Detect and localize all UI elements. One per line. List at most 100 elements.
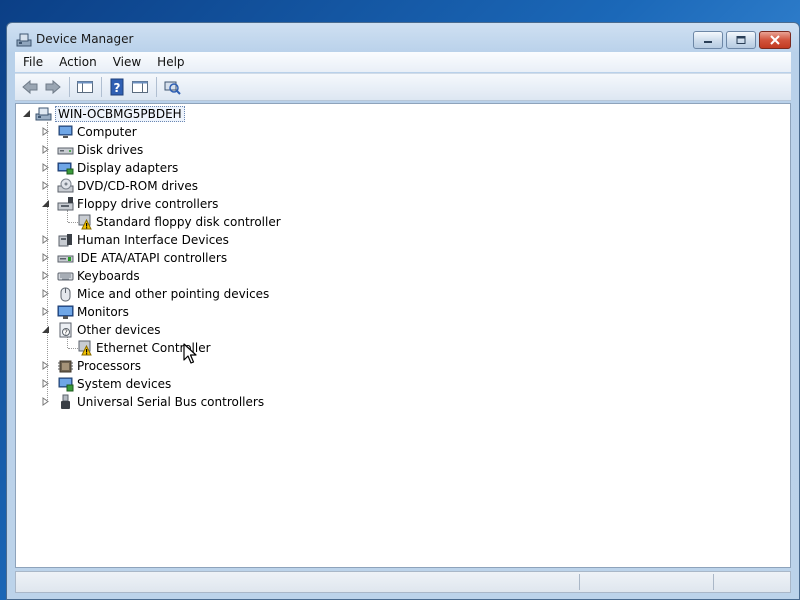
close-button[interactable]	[759, 31, 791, 49]
tree-category-other-devices[interactable]: ? Other devices	[42, 321, 161, 338]
menu-action[interactable]: Action	[51, 52, 105, 72]
collapsed-arrow-icon[interactable]	[41, 235, 50, 244]
usb-icon	[61, 394, 70, 409]
scan-hardware-changes-button[interactable]	[161, 76, 183, 98]
collapsed-arrow-icon[interactable]	[41, 361, 50, 370]
tree-category-system-devices[interactable]: System devices	[42, 375, 172, 392]
show-hide-console-tree-button[interactable]	[74, 76, 96, 98]
toolbar-separator	[156, 77, 157, 97]
collapsed-arrow-icon[interactable]	[41, 397, 50, 406]
svg-text:?: ?	[64, 328, 68, 336]
collapsed-arrow-icon[interactable]	[41, 307, 50, 316]
collapsed-arrow-icon[interactable]	[41, 379, 50, 388]
system-devices-icon	[58, 377, 74, 391]
collapsed-arrow-icon[interactable]	[41, 163, 50, 172]
disk-drive-icon	[57, 147, 74, 154]
collapsed-arrow-icon[interactable]	[41, 127, 50, 136]
dvd-drive-icon	[57, 178, 74, 192]
floppy-controller-icon	[57, 196, 74, 210]
processor-icon	[58, 360, 73, 372]
collapsed-arrow-icon[interactable]	[41, 289, 50, 298]
tree-category-keyboards[interactable]: Keyboards	[42, 267, 140, 284]
device-manager-icon	[16, 32, 32, 47]
other-devices-icon: ?	[59, 322, 72, 337]
tree-item-label: Keyboards	[77, 268, 140, 283]
properties-pane-icon	[132, 81, 148, 93]
toolbar-separator	[101, 77, 102, 97]
tree-item-label: Universal Serial Bus controllers	[77, 394, 265, 409]
minimize-icon	[704, 41, 712, 43]
maximize-button[interactable]	[726, 31, 756, 49]
tree-item-label: Mice and other pointing devices	[77, 286, 270, 301]
tree-item-label: Computer	[77, 124, 137, 139]
help-icon: ?	[110, 78, 124, 96]
status-divider	[579, 574, 580, 590]
tree-category-mice-and-other-pointing-devices[interactable]: Mice and other pointing devices	[42, 285, 270, 302]
back-arrow-icon	[22, 79, 38, 95]
show-hide-console-tree-icon	[77, 81, 93, 93]
tree-item-label: Floppy drive controllers	[77, 196, 219, 211]
warning-device-icon	[78, 214, 92, 229]
tree-category-human-interface-devices[interactable]: Human Interface Devices	[42, 231, 229, 248]
ide-controller-icon	[57, 255, 74, 262]
menu-file[interactable]: File	[15, 52, 51, 72]
tree-item-label: Disk drives	[77, 142, 144, 157]
tree-category-floppy-drive-controllers[interactable]: Floppy drive controllers	[42, 195, 219, 212]
tree-item-label: Monitors	[77, 304, 129, 319]
toolbar: ?	[15, 73, 791, 101]
svg-text:?: ?	[114, 81, 121, 95]
toolbar-separator	[69, 77, 70, 97]
keyboard-icon	[57, 272, 74, 280]
tree-item-label: DVD/CD-ROM drives	[77, 178, 199, 193]
close-icon	[770, 35, 780, 45]
menu-help[interactable]: Help	[149, 52, 192, 72]
scan-hardware-changes-icon	[164, 81, 181, 95]
maximize-icon	[736, 36, 746, 44]
help-button[interactable]: ?	[106, 76, 128, 98]
display-adapter-icon	[57, 162, 74, 174]
tree-category-computer[interactable]: Computer	[42, 123, 137, 140]
tree-category-processors[interactable]: Processors	[42, 357, 142, 374]
tree-root[interactable]: WIN-OCBMG5PBDEH	[22, 105, 185, 122]
tree-category-universal-serial-bus-controllers[interactable]: Universal Serial Bus controllers	[42, 393, 265, 410]
status-bar	[15, 571, 791, 593]
tree-item-label: System devices	[77, 376, 172, 391]
expanded-arrow-icon[interactable]	[41, 325, 50, 334]
tree-category-monitors[interactable]: Monitors	[42, 303, 129, 320]
monitor-icon	[57, 305, 74, 319]
tree-category-display-adapters[interactable]: Display adapters	[42, 159, 179, 176]
computer-root-icon	[35, 107, 52, 120]
title-bar[interactable]: Device Manager	[7, 23, 799, 51]
tree-category-ide-ata-atapi-controllers[interactable]: IDE ATA/ATAPI controllers	[42, 249, 228, 266]
back-button[interactable]	[19, 76, 41, 98]
tree-item-label: IDE ATA/ATAPI controllers	[77, 250, 228, 265]
collapsed-arrow-icon[interactable]	[41, 145, 50, 154]
collapsed-arrow-icon[interactable]	[41, 181, 50, 190]
tree-root-label: WIN-OCBMG5PBDEH	[55, 105, 185, 122]
forward-arrow-icon	[45, 79, 61, 95]
mouse-cursor-icon	[183, 343, 197, 364]
tree-item-label: Other devices	[77, 322, 161, 337]
collapsed-arrow-icon[interactable]	[41, 253, 50, 262]
tree-item-label: Standard floppy disk controller	[96, 214, 281, 229]
status-divider	[713, 574, 714, 590]
tree-category-disk-drives[interactable]: Disk drives	[42, 141, 144, 158]
menu-bar: File Action View Help	[15, 52, 791, 72]
minimize-button[interactable]	[693, 31, 723, 49]
hid-icon	[58, 233, 72, 246]
computer-icon	[58, 125, 73, 138]
collapsed-arrow-icon[interactable]	[41, 271, 50, 280]
mouse-icon	[60, 287, 71, 301]
tree-device-standard-floppy-disk-controller[interactable]: Standard floppy disk controller	[76, 213, 281, 230]
tree-item-label: Processors	[77, 358, 142, 373]
expanded-arrow-icon[interactable]	[41, 199, 50, 208]
properties-pane-button[interactable]	[129, 76, 151, 98]
window-title: Device Manager	[36, 32, 134, 46]
tree-item-label: Display adapters	[77, 160, 179, 175]
expanded-arrow-icon[interactable]	[22, 109, 31, 118]
menu-view[interactable]: View	[105, 52, 149, 72]
warning-device-icon	[78, 340, 92, 355]
tree-item-label: Human Interface Devices	[77, 232, 229, 247]
forward-button[interactable]	[42, 76, 64, 98]
tree-category-dvd-cd-rom-drives[interactable]: DVD/CD-ROM drives	[42, 177, 199, 194]
